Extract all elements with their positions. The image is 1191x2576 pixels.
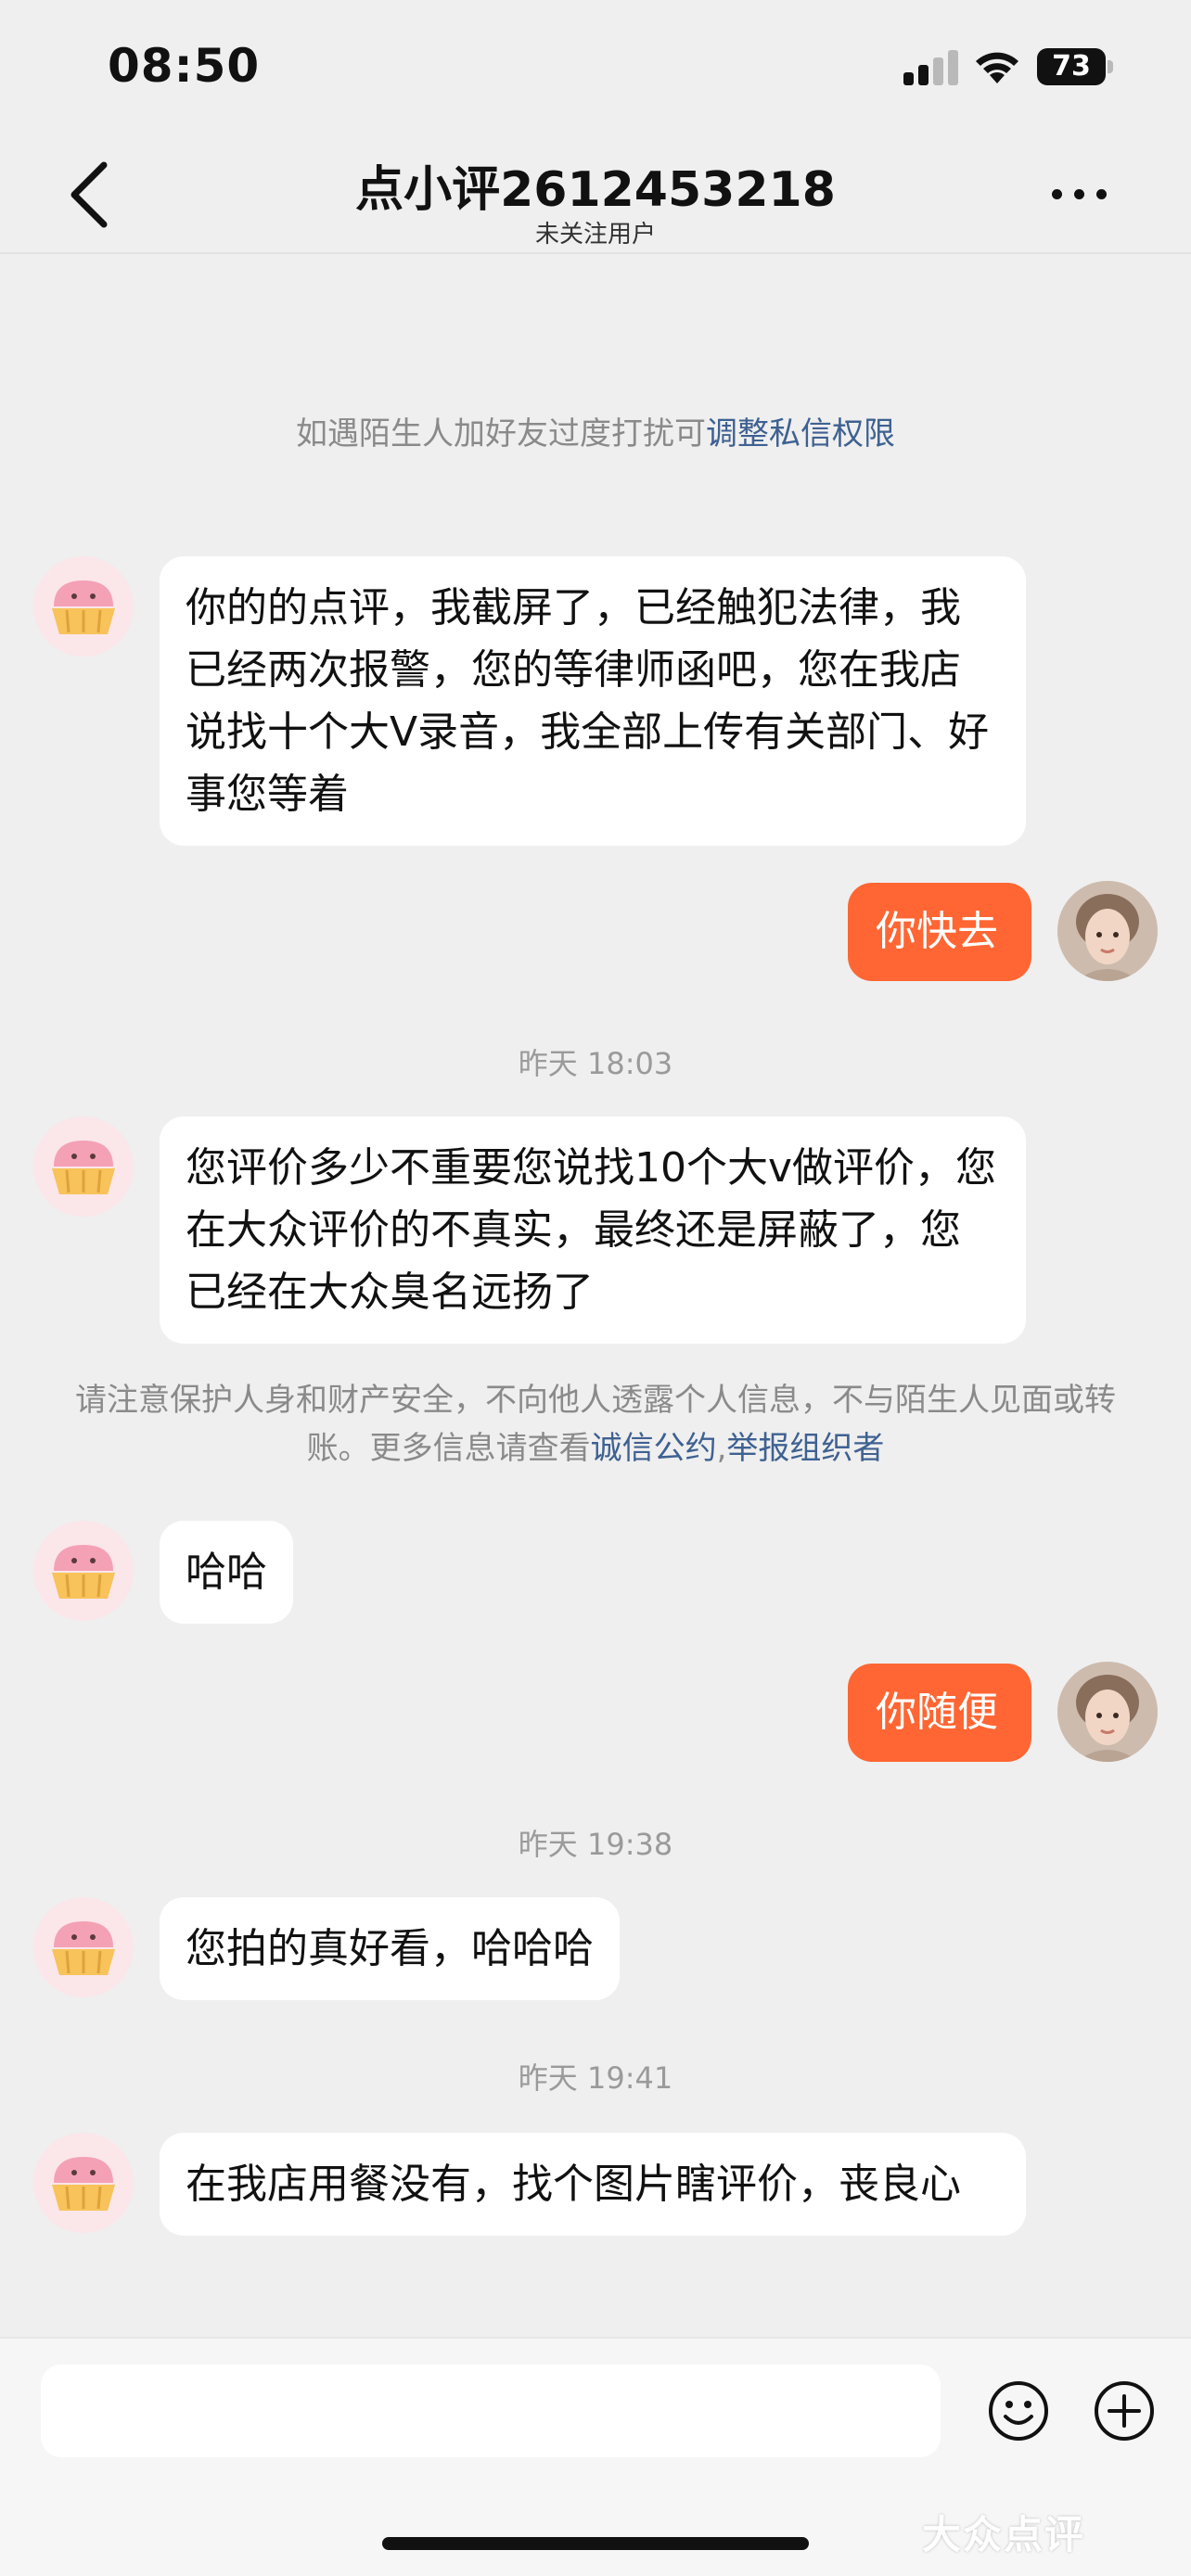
message-bubble-outgoing[interactable]: 你随便	[848, 1664, 1031, 1762]
more-dots-icon[interactable]	[1048, 174, 1113, 211]
message-bubble-incoming[interactable]: 你的的点评，我截屏了，已经触犯法律，我已经两次报警，您的等律师函吧，您在我店说找…	[160, 556, 1026, 846]
privacy-notice: 如遇陌生人加好友过度打扰可调整私信权限	[56, 410, 1135, 458]
safety-notice: 请注意保护人身和财产安全，不向他人透露个人信息，不与陌生人见面或转账。更多信息请…	[56, 1376, 1135, 1473]
message-bubble-incoming[interactable]: 哈哈	[160, 1521, 293, 1624]
message-bubble-incoming[interactable]: 您评价多少不重要您说找10个大v做评价，您在大众评价的不真实，最终还是屏蔽了，您…	[160, 1116, 1026, 1344]
my-avatar[interactable]	[1057, 881, 1158, 981]
avatar[interactable]	[33, 1897, 134, 1997]
battery-icon: 73	[1037, 48, 1113, 85]
plus-circle-icon[interactable]	[1093, 2379, 1156, 2442]
privacy-notice-text: 如遇陌生人加好友过度打扰可	[296, 415, 706, 453]
message-timestamp: 昨天 19:38	[518, 1827, 673, 1862]
cupcake-icon	[33, 1521, 134, 1621]
message-bubble-incoming[interactable]: 在我店用餐没有，找个图片瞎评价，丧良心	[160, 2133, 1026, 2236]
smile-icon[interactable]	[987, 2379, 1050, 2442]
message-input[interactable]	[41, 2365, 941, 2457]
cupcake-icon	[33, 1897, 134, 1997]
avatar[interactable]	[33, 1116, 134, 1217]
chat-title: 点小评2612453218	[355, 162, 836, 218]
watermark: 大众点评	[922, 2512, 1086, 2557]
cupcake-icon	[33, 1116, 134, 1217]
cupcake-icon	[33, 556, 134, 657]
chat-subtitle: 未关注用户	[534, 221, 656, 249]
privacy-settings-link[interactable]: 调整私信权限	[706, 415, 895, 453]
signal-icon	[903, 48, 959, 85]
home-indicator[interactable]	[382, 2537, 809, 2550]
battery-level: 73	[1037, 48, 1106, 85]
user-photo-icon	[1057, 881, 1158, 981]
wifi-icon	[976, 52, 1018, 83]
message-timestamp: 昨天 19:41	[518, 2060, 673, 2096]
safety-notice-separator: ,	[716, 1430, 727, 1467]
avatar[interactable]	[33, 556, 134, 657]
chat-screen: 08:50 73 点小评2612453218 未关注用户 如遇陌生人加好友过度打…	[0, 0, 1191, 2576]
status-time: 08:50	[108, 39, 261, 93]
cupcake-icon	[33, 2133, 134, 2233]
chat-header: 点小评2612453218 未关注用户	[0, 139, 1191, 254]
user-photo-icon	[1057, 1662, 1158, 1762]
message-timestamp: 昨天 18:03	[518, 1046, 673, 1081]
avatar[interactable]	[33, 2133, 134, 2233]
status-bar: 08:50 73	[0, 0, 1191, 139]
message-bubble-incoming[interactable]: 您拍的真好看，哈哈哈	[160, 1897, 620, 2000]
my-avatar[interactable]	[1057, 1662, 1158, 1762]
integrity-pledge-link[interactable]: 诚信公约	[591, 1430, 717, 1467]
avatar[interactable]	[33, 1521, 134, 1621]
report-organizer-link[interactable]: 举报组织者	[726, 1430, 884, 1467]
message-bubble-outgoing[interactable]: 你快去	[848, 883, 1031, 981]
